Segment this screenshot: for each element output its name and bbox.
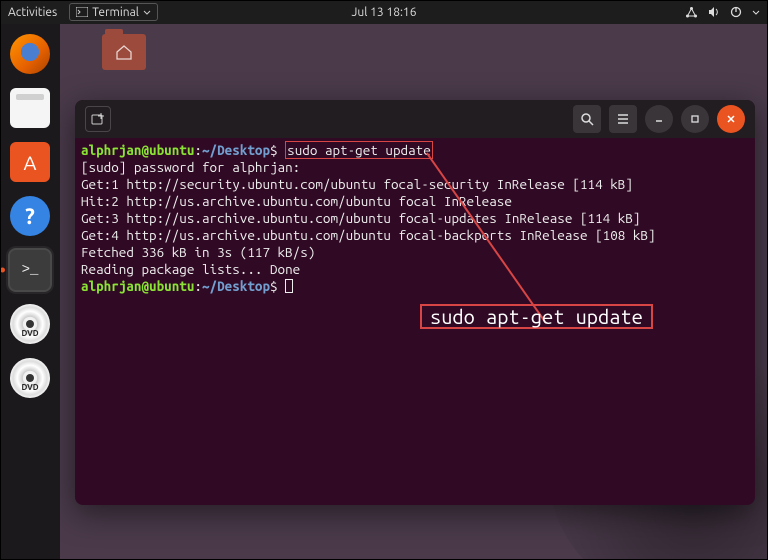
minimize-icon [653,113,665,125]
prompt-sep: : [194,278,202,294]
help-icon: ? [10,196,50,236]
chevron-down-icon [143,10,151,15]
maximize-icon [689,113,701,125]
cursor [285,279,293,293]
dock-terminal[interactable]: >_ [8,248,52,292]
appmenu-label: Terminal [92,6,139,19]
folder-icon [102,34,146,70]
new-tab-button[interactable] [85,106,111,132]
gnome-topbar: Activities Terminal Jul 13 18:16 [0,0,768,24]
close-button[interactable] [717,105,745,133]
desktop-home-folder[interactable] [96,34,152,70]
annotation-callout: sudo apt-get update [420,304,653,329]
terminal-line: Get:4 http://us.archive.ubuntu.com/ubunt… [81,227,656,243]
terminal-line: Fetched 336 kB in 3s (117 kB/s) [81,244,315,260]
dock-dvd-2[interactable]: DVD [8,356,52,400]
minimize-button[interactable] [645,105,673,133]
terminal-icon [76,7,88,17]
hamburger-icon [616,113,630,125]
dvd-icon: DVD [10,304,50,344]
maximize-button[interactable] [681,105,709,133]
clock[interactable]: Jul 13 18:16 [352,6,417,19]
terminal-titlebar[interactable] [75,100,755,138]
network-icon [685,6,698,19]
search-button[interactable] [573,105,601,133]
terminal-line: Hit:2 http://us.archive.ubuntu.com/ubunt… [81,193,512,209]
dock: A ? >_ DVD DVD [0,24,60,560]
menu-button[interactable] [609,105,637,133]
dvd-icon: DVD [10,358,50,398]
running-indicator [0,268,5,273]
dock-help[interactable]: ? [8,194,52,238]
dock-software[interactable]: A [8,140,52,184]
dock-files[interactable] [8,86,52,130]
dock-firefox[interactable] [8,32,52,76]
activities-button[interactable]: Activities [8,6,57,19]
terminal-line: Get:1 http://security.ubuntu.com/ubuntu … [81,176,633,192]
prompt-path: ~/Desktop [202,142,270,158]
terminal-line: [sudo] password for alphrjan: [81,159,300,175]
prompt-end: $ [270,142,285,158]
prompt-user: alphrjan@ubuntu [81,278,194,294]
firefox-icon [10,34,50,74]
dock-dvd-1[interactable]: DVD [8,302,52,346]
volume-icon [708,6,720,18]
close-icon [725,113,737,125]
appmenu-terminal[interactable]: Terminal [69,3,158,21]
home-icon [102,34,146,70]
files-icon [10,88,50,128]
system-status-area[interactable] [685,6,760,19]
search-icon [580,112,594,126]
command-highlighted: sudo apt-get update [285,141,433,159]
chevron-down-icon [752,10,760,15]
prompt-end: $ [270,278,285,294]
terminal-window: alphrjan@ubuntu:~/Desktop$ sudo apt-get … [75,100,755,505]
prompt-user: alphrjan@ubuntu [81,142,194,158]
terminal-body[interactable]: alphrjan@ubuntu:~/Desktop$ sudo apt-get … [75,138,755,505]
terminal-line: Reading package lists... Done [81,261,300,277]
prompt-path: ~/Desktop [202,278,270,294]
terminal-line: Get:3 http://us.archive.ubuntu.com/ubunt… [81,210,640,226]
new-tab-icon [91,112,105,126]
terminal-icon: >_ [10,250,50,290]
power-icon [730,6,742,18]
prompt-sep: : [194,142,202,158]
software-icon: A [10,142,50,182]
